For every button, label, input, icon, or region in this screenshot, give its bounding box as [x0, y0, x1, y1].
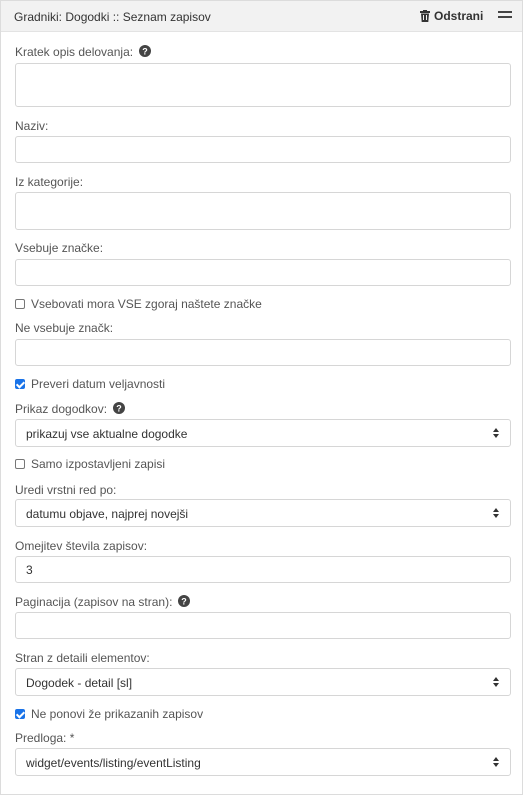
checkbox-box[interactable]	[15, 379, 25, 389]
tags-label: Vsebuje značke:	[15, 241, 104, 255]
panel-header: Gradniki: Dogodki :: Seznam zapisov Odst…	[1, 1, 522, 32]
svg-text:?: ?	[142, 47, 148, 57]
category-input[interactable]	[15, 192, 511, 230]
checkbox-box[interactable]	[15, 299, 25, 309]
name-label: Naziv:	[15, 119, 49, 133]
exclude-tags-input[interactable]	[15, 339, 511, 366]
sort-arrows-icon	[493, 677, 499, 687]
order-label: Uredi vrstni red po:	[15, 483, 117, 497]
exclude-tags-label: Ne vsebuje značk:	[15, 321, 114, 335]
question-circle-icon[interactable]: ?	[139, 45, 152, 57]
remove-button[interactable]: Odstrani	[420, 9, 483, 23]
template-select[interactable]: widget/events/listing/eventListing	[15, 748, 511, 776]
display-label: Prikaz dogodkov:?	[15, 402, 126, 416]
panel-title: Gradniki: Dogodki :: Seznam zapisov	[14, 10, 211, 24]
short-desc-textarea[interactable]	[15, 63, 511, 107]
hamburger-icon[interactable]	[498, 11, 512, 23]
checkbox-box[interactable]	[15, 709, 25, 719]
sort-arrows-icon	[493, 428, 499, 438]
all-tags-checkbox[interactable]: Vsebovati mora VSE zgoraj naštete značke	[15, 297, 262, 311]
display-select[interactable]: prikazuj vse aktualne dogodke	[15, 419, 511, 447]
pagination-input[interactable]	[15, 612, 511, 639]
tags-input[interactable]	[15, 259, 511, 286]
checkbox-box[interactable]	[15, 459, 25, 469]
sort-arrows-icon	[493, 508, 499, 518]
order-select[interactable]: datumu objave, najprej novejši	[15, 499, 511, 527]
widget-panel: Gradniki: Dogodki :: Seznam zapisov Odst…	[0, 0, 523, 795]
question-circle-icon[interactable]: ?	[113, 402, 126, 414]
featured-checkbox[interactable]: Samo izpostavljeni zapisi	[15, 457, 165, 471]
pagination-label: Paginacija (zapisov na stran):?	[15, 595, 191, 609]
question-circle-icon[interactable]: ?	[178, 595, 191, 607]
check-validity-checkbox[interactable]: Preveri datum veljavnosti	[15, 377, 165, 391]
sort-arrows-icon	[493, 757, 499, 767]
limit-label: Omejitev števila zapisov:	[15, 539, 148, 553]
svg-text:?: ?	[116, 404, 122, 414]
name-input[interactable]	[15, 136, 511, 163]
svg-text:?: ?	[182, 597, 188, 607]
trash-icon	[420, 10, 430, 22]
category-label: Iz kategorije:	[15, 175, 84, 189]
short-desc-label: Kratek opis delovanja:?	[15, 45, 152, 59]
detail-page-select[interactable]: Dogodek - detail [sl]	[15, 668, 511, 696]
detail-page-label: Stran z detaili elementov:	[15, 651, 150, 665]
remove-label: Odstrani	[434, 9, 484, 23]
limit-input[interactable]	[15, 556, 511, 583]
template-label: Predloga: *	[15, 731, 75, 745]
no-repeat-checkbox[interactable]: Ne ponovi že prikazanih zapisov	[15, 707, 203, 721]
